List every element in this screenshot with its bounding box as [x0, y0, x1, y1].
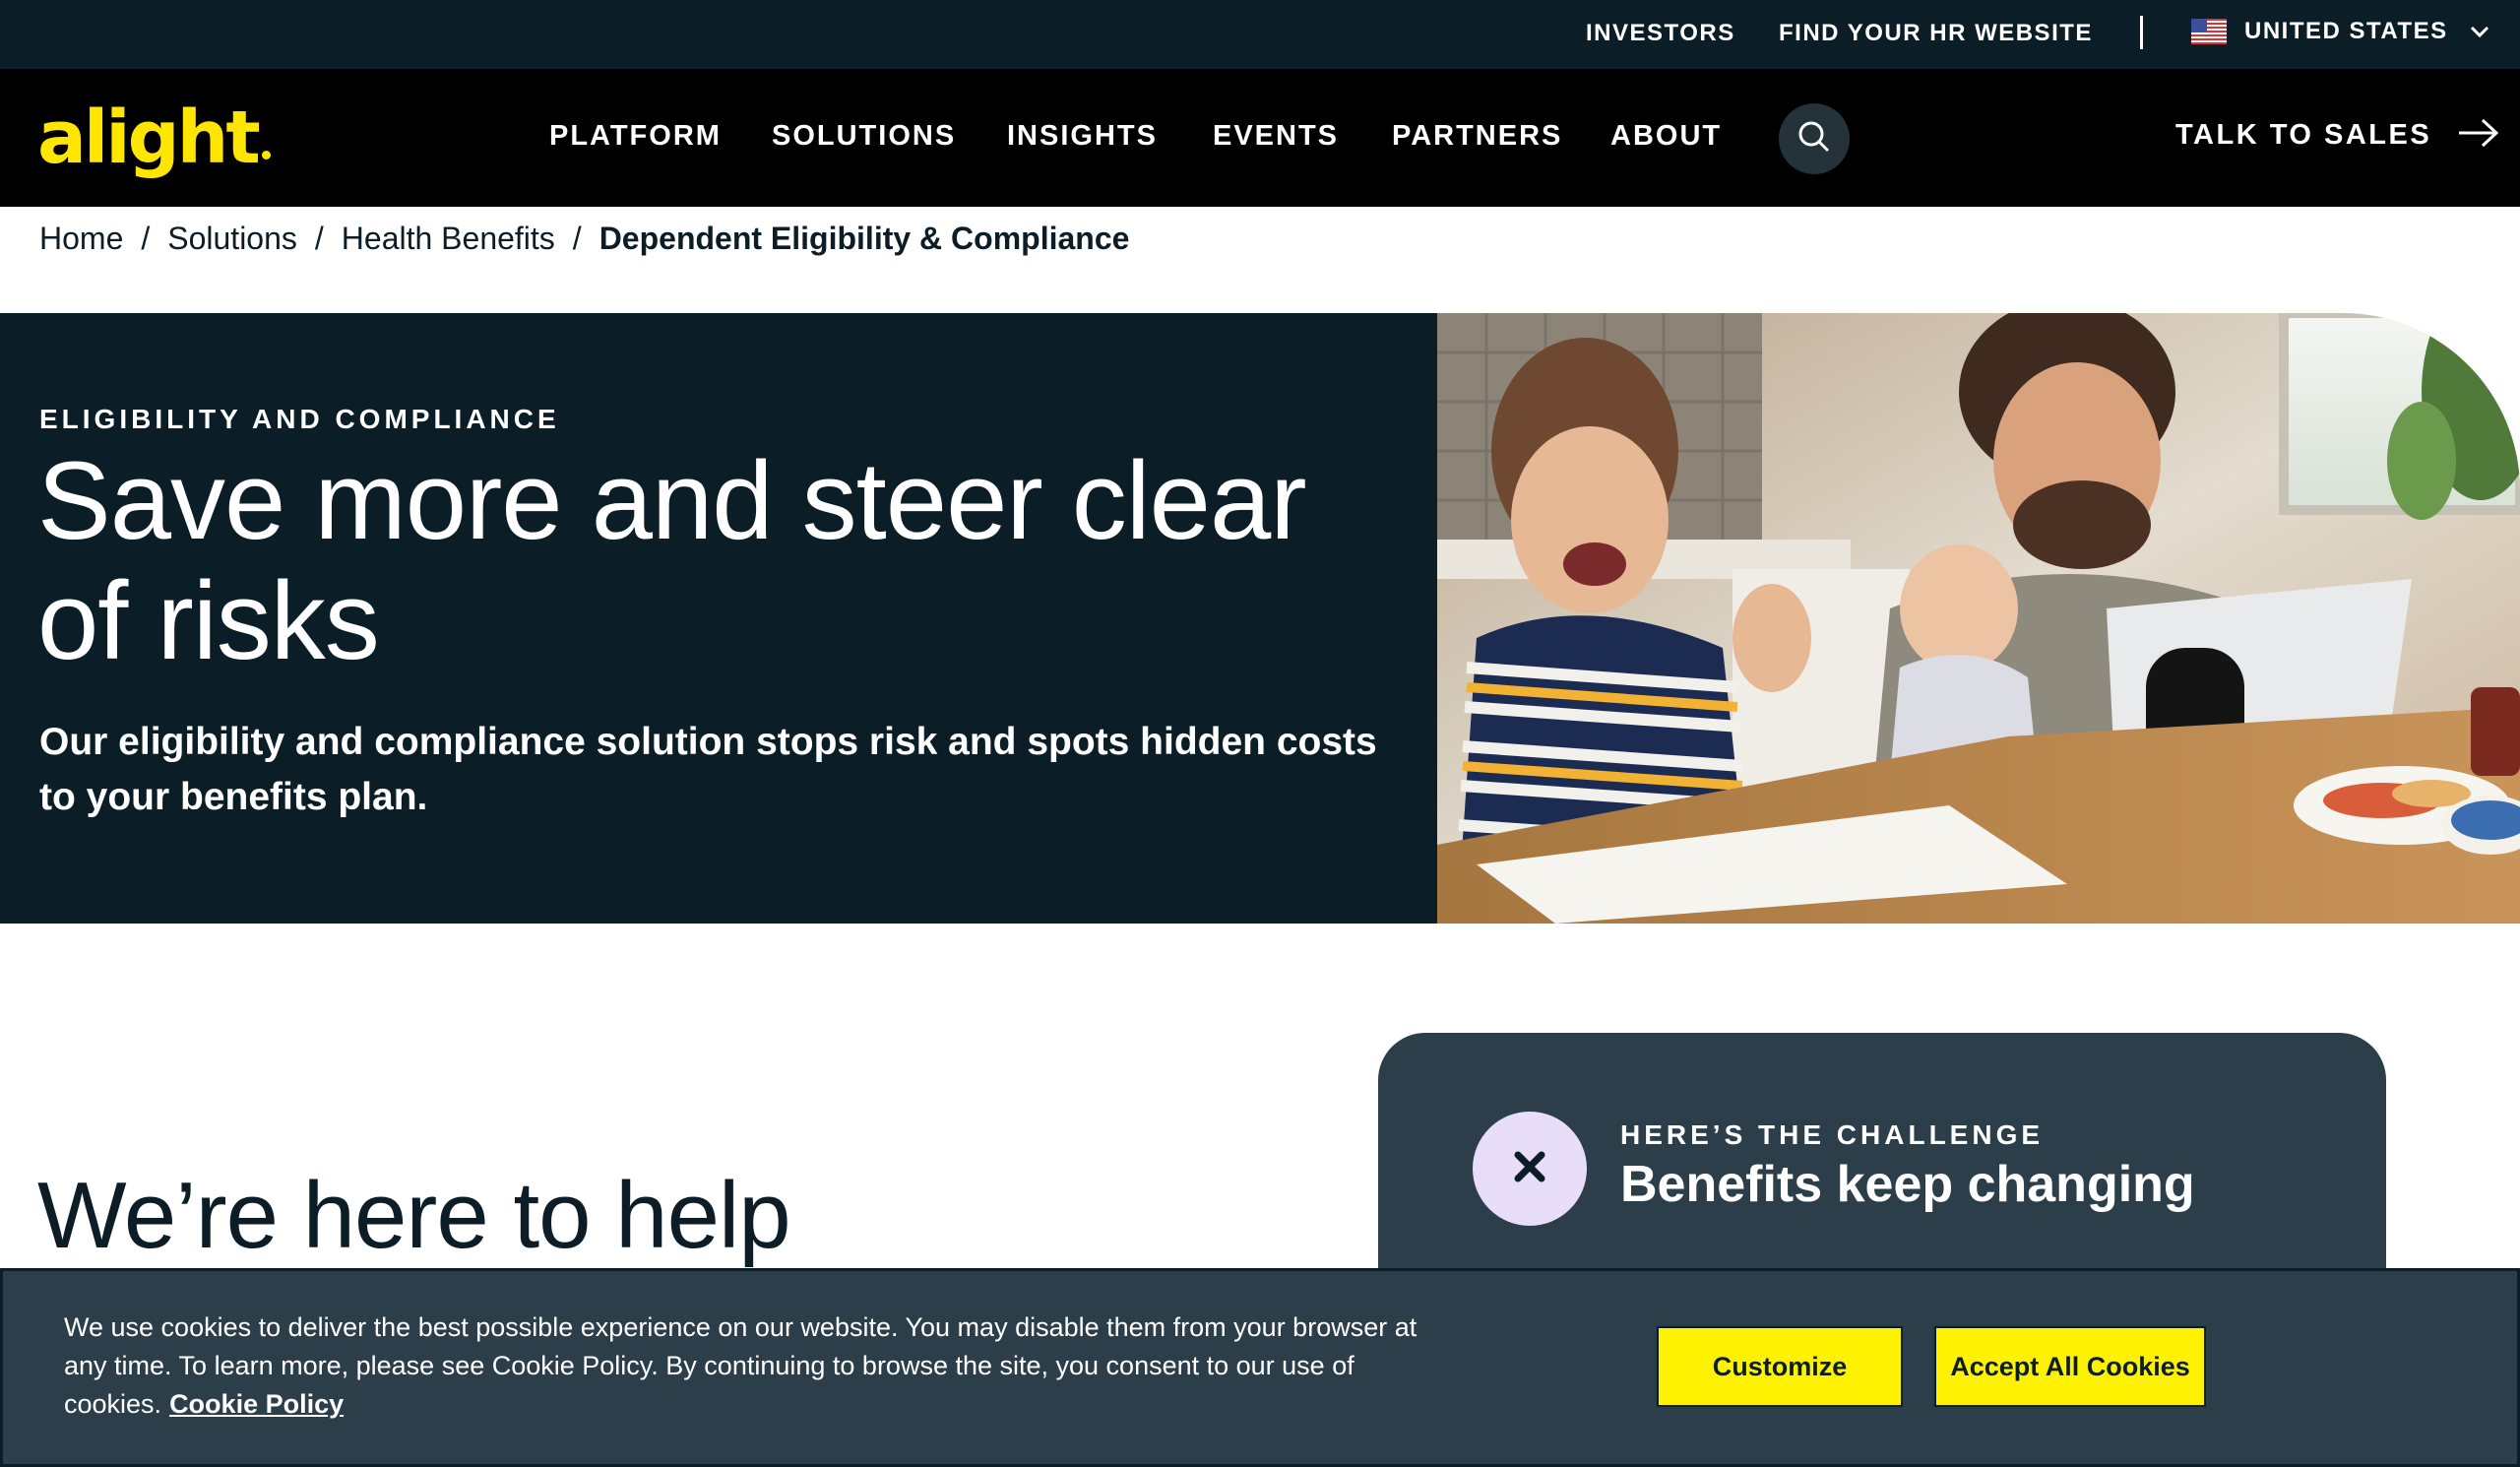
search-button[interactable] [1779, 103, 1850, 174]
main-nav: alight PLATFORM SOLUTIONS INSIGHTS EVENT… [0, 69, 2520, 207]
logo-dot [261, 151, 271, 159]
chevron-down-icon [2466, 18, 2493, 45]
logo-wordmark: alight [37, 96, 261, 180]
alight-logo[interactable]: alight [37, 96, 271, 179]
utility-bar: INVESTORS FIND YOUR HR WEBSITE UNITED ST… [0, 0, 2520, 69]
breadcrumb-home[interactable]: Home [39, 221, 123, 257]
us-flag-icon [2191, 19, 2227, 44]
breadcrumb: Home / Solutions / Health Benefits / Dep… [39, 221, 1129, 257]
country-selector[interactable]: UNITED STATES [2191, 18, 2493, 45]
cookie-policy-link[interactable]: Cookie Policy [169, 1389, 344, 1419]
nav-item-insights[interactable]: INSIGHTS [1007, 120, 1158, 153]
investors-link[interactable]: INVESTORS [1586, 20, 1735, 47]
arrow-right-icon [2457, 117, 2500, 154]
breadcrumb-health-benefits[interactable]: Health Benefits [342, 221, 555, 257]
talk-to-sales-label: TALK TO SALES [2175, 119, 2432, 151]
hero-section: ELIGIBILITY AND COMPLIANCE Save more and… [0, 313, 2520, 924]
accept-all-cookies-button[interactable]: Accept All Cookies [1934, 1326, 2206, 1407]
nav-item-partners[interactable]: PARTNERS [1392, 120, 1562, 153]
breadcrumb-solutions[interactable]: Solutions [167, 221, 297, 257]
breadcrumb-separator: / [141, 221, 151, 256]
nav-item-events[interactable]: EVENTS [1213, 120, 1339, 153]
hero-eyebrow: ELIGIBILITY AND COMPLIANCE [39, 404, 560, 434]
talk-to-sales-button[interactable]: TALK TO SALES [2175, 117, 2500, 154]
close-x-badge [1473, 1112, 1587, 1226]
help-heading: We’re here to help [37, 1163, 791, 1268]
utility-divider [2140, 16, 2143, 49]
cookie-banner: We use cookies to deliver the best possi… [0, 1268, 2520, 1467]
hero-title: Save more and steer clear of risks [37, 439, 1307, 682]
hero-subtitle: Our eligibility and compliance solution … [39, 721, 1377, 818]
nav-item-platform[interactable]: PLATFORM [549, 120, 722, 153]
close-icon [1510, 1147, 1549, 1191]
breadcrumb-separator: / [572, 221, 582, 256]
nav-item-about[interactable]: ABOUT [1610, 120, 1722, 153]
breadcrumb-separator: / [314, 221, 324, 256]
challenge-title: Benefits keep changing [1620, 1156, 2195, 1213]
cookie-message: We use cookies to deliver the best possi… [64, 1308, 1422, 1424]
search-icon [1796, 119, 1832, 159]
customize-cookies-button[interactable]: Customize [1657, 1326, 1903, 1407]
breadcrumb-current: Dependent Eligibility & Compliance [598, 221, 1130, 256]
hero-text-panel: ELIGIBILITY AND COMPLIANCE Save more and… [0, 313, 1437, 924]
hero-photo-family-kitchen [1437, 313, 2520, 924]
find-hr-website-link[interactable]: FIND YOUR HR WEBSITE [1779, 20, 2093, 47]
country-label: UNITED STATES [2244, 18, 2448, 44]
challenge-eyebrow: HERE’S THE CHALLENGE [1620, 1119, 2045, 1150]
nav-item-solutions[interactable]: SOLUTIONS [772, 120, 956, 153]
